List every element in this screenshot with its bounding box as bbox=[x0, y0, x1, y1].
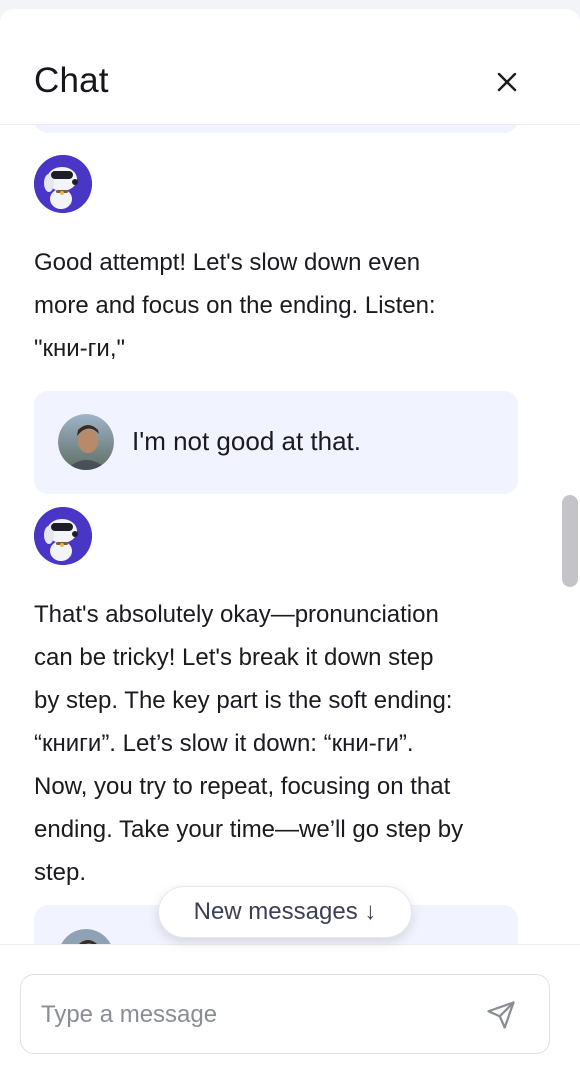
assistant-message: That's absolutely okay—pronunciation can… bbox=[34, 593, 524, 894]
scrollbar-thumb[interactable] bbox=[562, 495, 578, 587]
message-input[interactable] bbox=[41, 995, 461, 1035]
chat-title: Chat bbox=[34, 61, 109, 100]
new-messages-button[interactable]: New messages ↓ bbox=[158, 886, 412, 938]
chat-panel: Chat Good attempt! Let's slow down even … bbox=[0, 9, 580, 1082]
close-button[interactable] bbox=[490, 65, 524, 99]
robot-dog-avatar bbox=[34, 155, 92, 213]
message-line: That's absolutely okay—pronunciation bbox=[34, 601, 439, 628]
send-button[interactable] bbox=[483, 997, 519, 1033]
close-icon bbox=[497, 72, 517, 92]
chat-header: Chat bbox=[0, 9, 580, 125]
previous-user-bubble bbox=[34, 125, 518, 133]
message-input-container bbox=[20, 974, 550, 1054]
scrollbar[interactable] bbox=[560, 125, 580, 944]
message-line: ending. Take your time—we’ll go step by bbox=[34, 816, 464, 843]
message-line: “книги”. Let’s slow it down: “кни-ги”. bbox=[34, 730, 414, 757]
message-line: "кни-ги," bbox=[34, 335, 126, 362]
user-message-bubble: I'm not good at that. bbox=[34, 391, 518, 494]
user-photo-avatar bbox=[58, 414, 114, 470]
user-message-text: I'm not good at that. bbox=[132, 426, 361, 456]
user-photo-avatar bbox=[58, 929, 114, 944]
message-line: more and focus on the ending. Listen: bbox=[34, 292, 436, 319]
assistant-message: Good attempt! Let's slow down even more … bbox=[34, 241, 524, 370]
message-line: by step. The key part is the soft ending… bbox=[34, 687, 453, 714]
message-line: can be tricky! Let's break it down step bbox=[34, 644, 434, 671]
send-icon bbox=[487, 1001, 515, 1029]
message-list[interactable]: Good attempt! Let's slow down even more … bbox=[0, 125, 580, 944]
composer-area bbox=[0, 944, 580, 1082]
message-line: Good attempt! Let's slow down even bbox=[34, 249, 421, 276]
robot-dog-avatar bbox=[34, 507, 92, 565]
message-line: Now, you try to repeat, focusing on that bbox=[34, 773, 451, 800]
